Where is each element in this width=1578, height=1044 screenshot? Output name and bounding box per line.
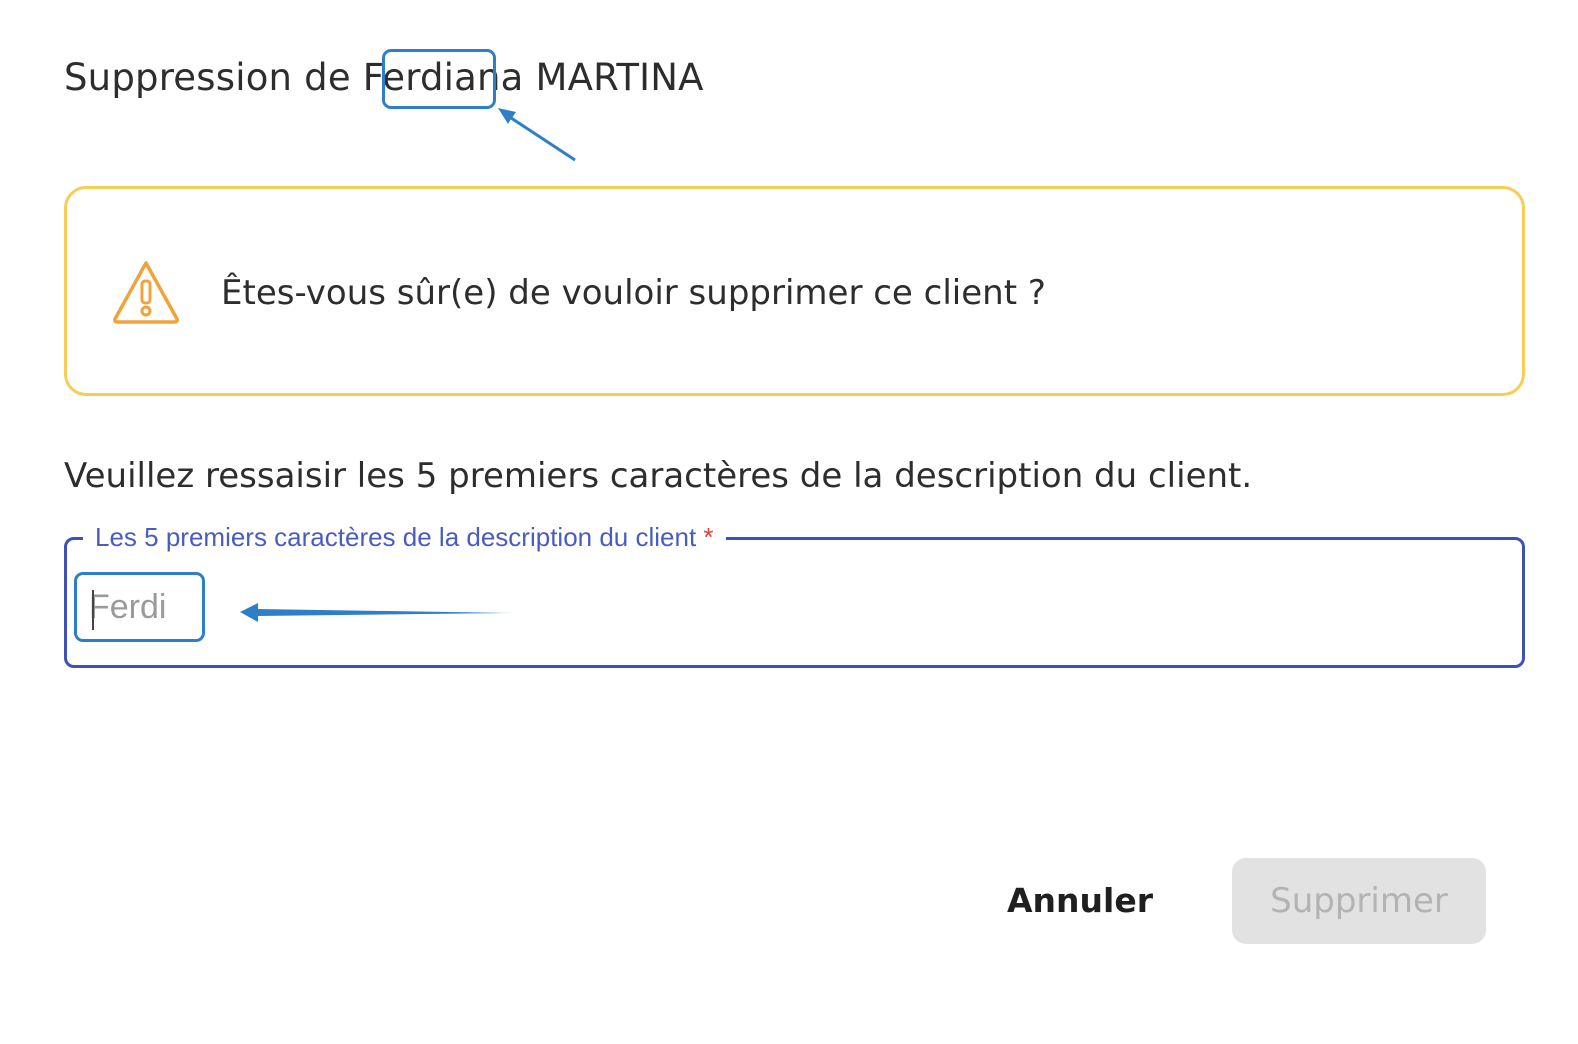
annotation-highlight-title bbox=[382, 49, 496, 109]
warning-triangle-icon bbox=[113, 261, 179, 324]
field-label: Les 5 premiers caractères de la descript… bbox=[83, 520, 726, 554]
instruction-text: Veuillez ressaisir les 5 premiers caract… bbox=[64, 456, 1253, 496]
annotation-highlight-input bbox=[74, 572, 205, 642]
delete-button[interactable]: Supprimer bbox=[1232, 858, 1486, 944]
required-asterisk: * bbox=[703, 522, 714, 552]
annotation-arrow-title bbox=[498, 108, 575, 160]
warning-message: Êtes-vous sûr(e) de vouloir supprimer ce… bbox=[221, 273, 1046, 313]
warning-box: Êtes-vous sûr(e) de vouloir supprimer ce… bbox=[64, 186, 1525, 396]
field-label-text: Les 5 premiers caractères de la descript… bbox=[95, 522, 697, 552]
cancel-button[interactable]: Annuler bbox=[988, 868, 1172, 932]
description-confirm-field[interactable]: Les 5 premiers caractères de la descript… bbox=[64, 520, 1525, 668]
